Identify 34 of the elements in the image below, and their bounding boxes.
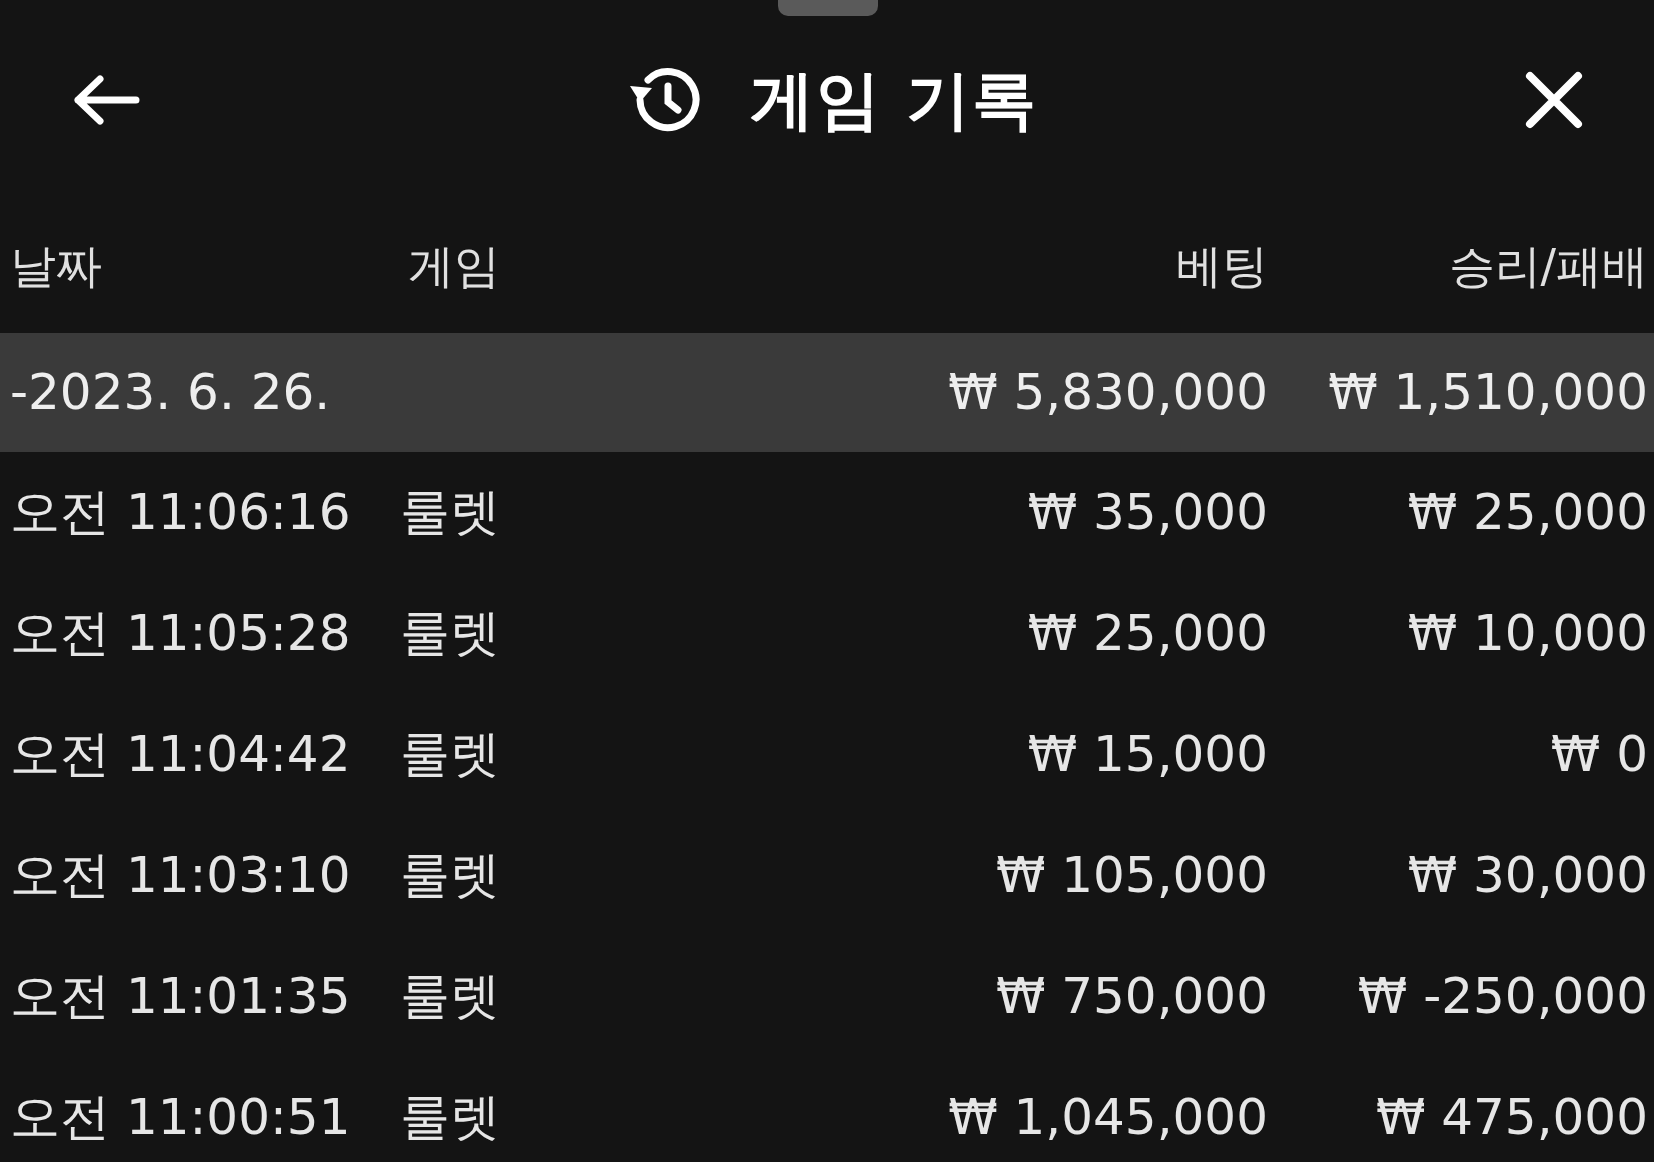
result-cell-text: ₩ 10,000 bbox=[1406, 603, 1648, 664]
bet-cell-text: ₩ 1,045,000 bbox=[947, 1087, 1268, 1148]
time-cell-text: 오전 11:00:51 bbox=[10, 1087, 352, 1148]
time-cell-text: 오전 11:06:16 bbox=[10, 482, 352, 543]
bet-total: ₩ 5,830,000 bbox=[947, 362, 1268, 423]
time-cell-text: 오전 11:04:42 bbox=[10, 724, 352, 785]
bet-cell-text: ₩ 105,000 bbox=[994, 845, 1268, 906]
game-cell-text: 룰렛 bbox=[399, 966, 500, 1027]
bet-cell-text: ₩ 25,000 bbox=[1026, 603, 1268, 664]
game-cell-text: 룰렛 bbox=[399, 603, 500, 664]
result-cell-text: ₩ 475,000 bbox=[1374, 1087, 1648, 1148]
game-cell-text: 룰렛 bbox=[399, 845, 500, 906]
bet-cell-text: ₩ 35,000 bbox=[1026, 482, 1268, 543]
time-cell-text: 오전 11:01:35 bbox=[10, 966, 352, 1027]
drag-handle[interactable] bbox=[778, 0, 878, 16]
bet-cell-text: ₩ 750,000 bbox=[994, 966, 1268, 1027]
result-cell-text: ₩ 30,000 bbox=[1406, 845, 1648, 906]
bet-cell-text: ₩ 15,000 bbox=[1026, 724, 1268, 785]
column-header: 승리/패배 bbox=[1447, 238, 1648, 295]
column-header: 게임 bbox=[407, 238, 500, 295]
result-cell-text: ₩ 0 bbox=[1549, 724, 1648, 785]
close-button[interactable] bbox=[1524, 70, 1584, 130]
column-header: 베팅 bbox=[1175, 238, 1268, 295]
column-header: 날짜 bbox=[10, 238, 103, 295]
result-cell-text: ₩ 25,000 bbox=[1406, 482, 1648, 543]
time-cell-text: 오전 11:05:28 bbox=[10, 603, 352, 664]
game-cell-text: 룰렛 bbox=[399, 1087, 500, 1148]
window-title: 게임 기록 bbox=[749, 62, 1039, 139]
time-cell-text: 오전 11:03:10 bbox=[10, 845, 352, 906]
game-cell-text: 룰렛 bbox=[399, 724, 500, 785]
date-text: -2023. 6. 26. bbox=[10, 362, 332, 423]
game-cell-text: 룰렛 bbox=[399, 482, 500, 543]
result-total: ₩ 1,510,000 bbox=[1327, 362, 1648, 423]
result-cell-text: ₩ -250,000 bbox=[1356, 966, 1648, 1027]
